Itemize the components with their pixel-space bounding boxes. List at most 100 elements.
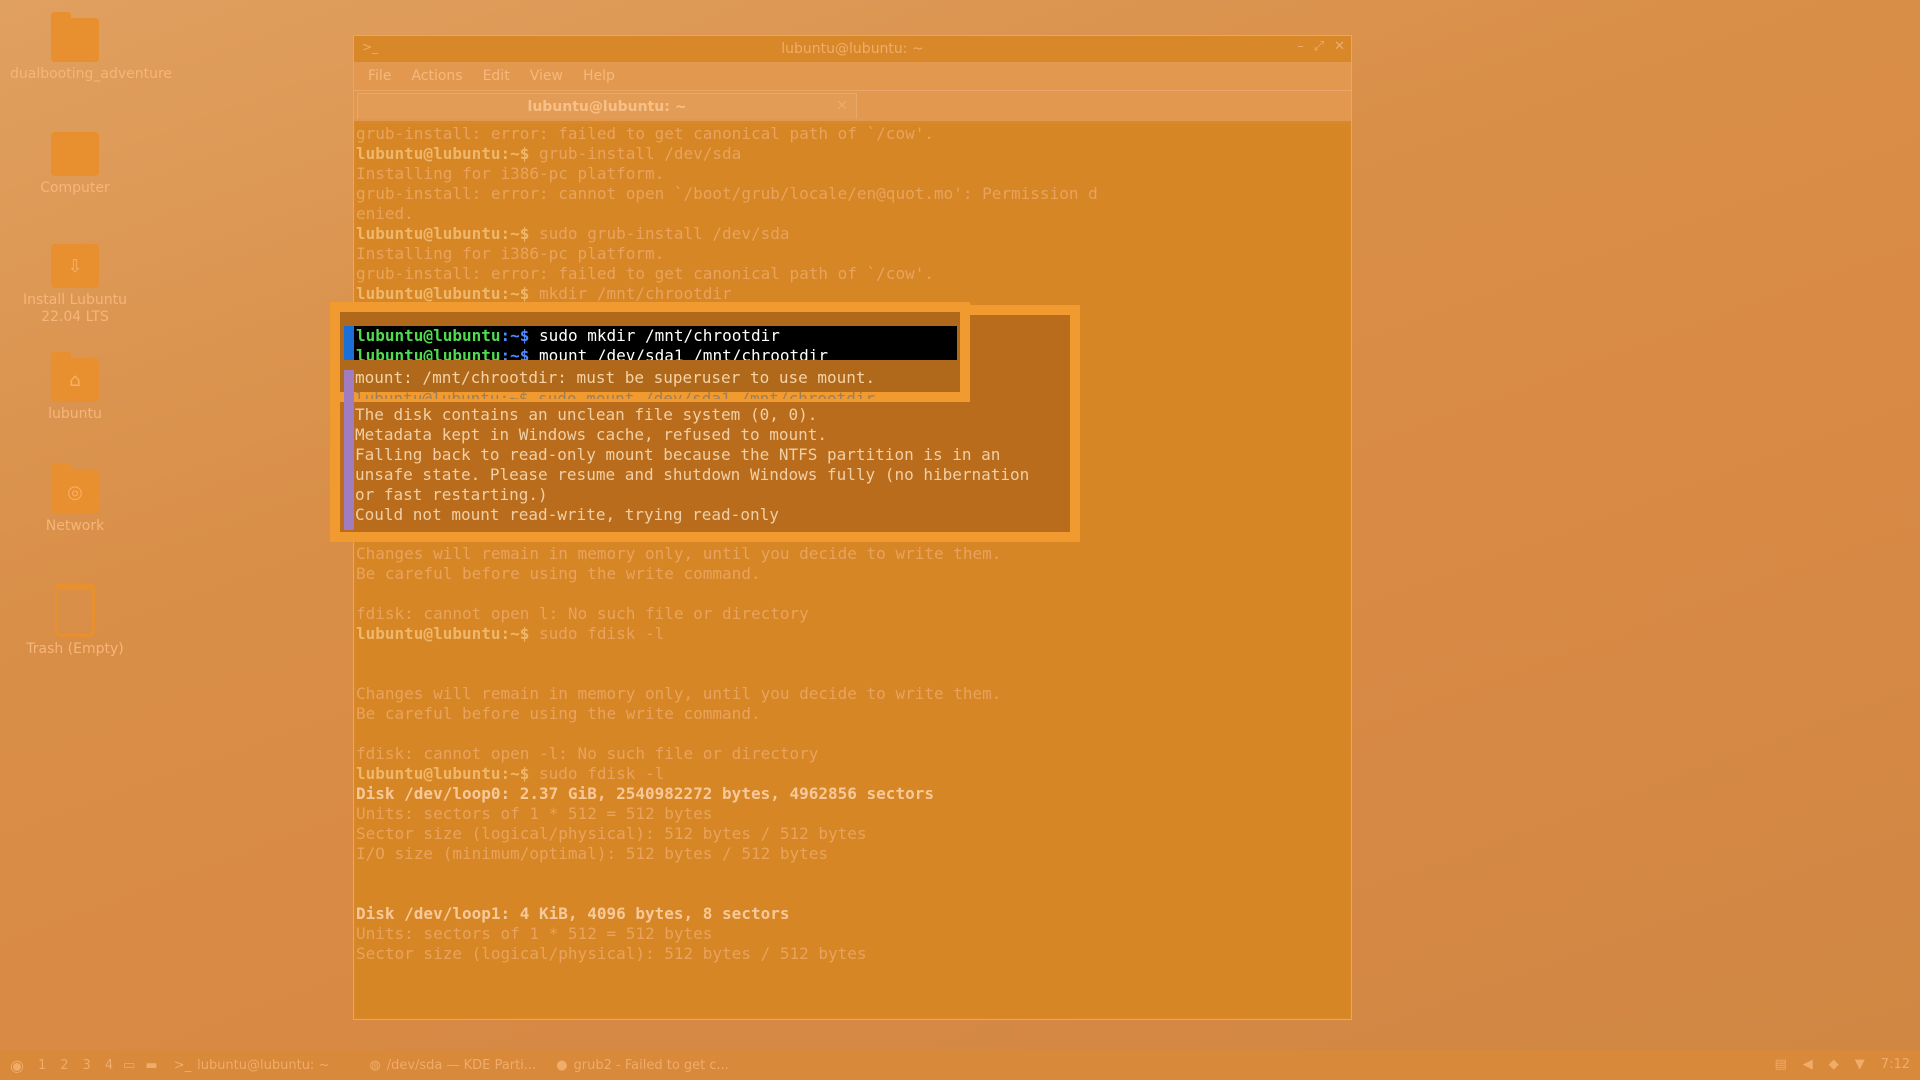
selection-marker [344, 370, 354, 530]
terminal-output[interactable]: grub-install: error: failed to get canon… [356, 124, 1349, 1017]
desktop-icon-label: Computer [40, 180, 110, 196]
start-menu-icon[interactable]: ◉ [10, 1056, 24, 1075]
prompt-user: lubuntu@lubuntu [356, 326, 501, 345]
terminal-line: fdisk: cannot open l: No such file or di… [356, 604, 809, 623]
command-text: sudo mkdir /mnt/chrootdir [539, 326, 780, 345]
desktop-icon[interactable]: ◎ Network [10, 464, 140, 535]
command-text: mount /dev/sda1 /mnt/chrootdir [539, 346, 829, 360]
terminal-tab[interactable]: lubuntu@lubuntu: ~ ✕ [357, 93, 857, 119]
clock[interactable]: 7:12 [1881, 1057, 1910, 1072]
menu-view[interactable]: View [520, 68, 573, 84]
task-terminal[interactable]: >_ lubuntu@lubuntu: ~ [174, 1058, 330, 1073]
mount-message-line: unsafe state. Please resume and shutdown… [355, 465, 1030, 484]
desktop-icon[interactable]: Trash (Empty) [10, 584, 140, 658]
prompt-path: :~$ [500, 326, 530, 345]
terminal-line: lubuntu@lubuntu:~$ sudo fdisk -l [356, 764, 665, 783]
home-folder-icon: ⌂ [51, 352, 99, 402]
desktop-icon-label: lubuntu [48, 406, 102, 422]
terminal-line: Be careful before using the write comman… [356, 564, 761, 583]
desktop-icon-label: Install Lubuntu 22.04 LTS [22, 292, 127, 325]
terminal-line: Installing for i386-pc platform. [356, 244, 665, 263]
terminal-app-icon: >_ [362, 40, 379, 54]
desktop-icon-label: Network [45, 518, 105, 534]
system-tray: ▤ ◀ ◆ ▼ 7:12 [1775, 1057, 1911, 1072]
terminal-line: grub-install: error: cannot open `/boot/… [356, 184, 1098, 203]
workspace-1[interactable]: 1 [38, 1058, 46, 1073]
terminal-line: Sector size (logical/physical): 512 byte… [356, 944, 867, 963]
folder-icon [51, 12, 99, 62]
firefox-icon: ● [556, 1057, 568, 1073]
file-manager-icon[interactable]: ▭ [123, 1058, 135, 1073]
computer-icon [51, 132, 99, 176]
desktop-icon[interactable]: ⇩ Install Lubuntu 22.04 LTS [10, 244, 140, 326]
menu-edit[interactable]: Edit [473, 68, 520, 84]
taskbar: ◉ 1 2 3 4 ▭ ▬ >_ lubuntu@lubuntu: ~ ◍/dev… [0, 1050, 1920, 1080]
task-partition-manager[interactable]: ◍/dev/sda — KDE Parti... [369, 1058, 536, 1073]
prompt-user: lubuntu@lubuntu [356, 346, 501, 360]
minimize-icon[interactable]: – [1297, 39, 1304, 54]
terminal-line: Units: sectors of 1 * 512 = 512 bytes [356, 804, 713, 823]
command-highlight: lubuntu@lubuntu:~$ sudo mkdir /mnt/chroo… [344, 326, 957, 360]
workspace-3[interactable]: 3 [83, 1058, 91, 1073]
terminal-icon: >_ [173, 1057, 192, 1073]
update-icon[interactable]: ◆ [1829, 1057, 1839, 1072]
desktop-icon-label: dualbooting_adventure [10, 66, 173, 82]
terminal-line: Changes will remain in memory only, unti… [356, 544, 1002, 563]
workspace-2[interactable]: 2 [60, 1058, 68, 1073]
prompt: lubuntu@lubuntu:~$ [356, 144, 530, 163]
terminal-line: Installing for i386-pc platform. [356, 164, 665, 183]
window-title: lubuntu@lubuntu: ~ [781, 41, 924, 57]
desktop-icon[interactable]: ⌂ lubuntu [10, 352, 140, 423]
menu-bar: File Actions Edit View Help [354, 62, 1351, 90]
prompt: lubuntu@lubuntu:~$ [356, 764, 530, 783]
terminal-line: grub-install: error: failed to get canon… [356, 124, 934, 143]
terminal-line: Disk /dev/loop1: 4 KiB, 4096 bytes, 8 se… [356, 904, 790, 923]
maximize-icon[interactable]: ⤢ [1314, 39, 1324, 54]
tab-bar: lubuntu@lubuntu: ~ ✕ [354, 90, 1351, 121]
menu-file[interactable]: File [358, 68, 401, 84]
prompt: lubuntu@lubuntu:~$ [356, 224, 530, 243]
terminal-line: lubuntu@lubuntu:~$ sudo grub-install /de… [356, 224, 790, 243]
task-firefox[interactable]: ● grub2 - Failed to get c... [556, 1058, 729, 1073]
network-icon: ◎ [51, 464, 99, 514]
prompt: lubuntu@lubuntu:~$ [356, 284, 530, 303]
show-desktop-icon[interactable]: ▬ [145, 1058, 157, 1073]
terminal-line: fdisk: cannot open -l: No such file or d… [356, 744, 819, 763]
mount-message-line: or fast restarting.) [355, 485, 548, 504]
terminal-line: Be careful before using the write comman… [356, 704, 761, 723]
terminal-line: lubuntu@lubuntu:~$ mkdir /mnt/chrootdir [356, 284, 732, 303]
prompt: lubuntu@lubuntu:~$ [356, 624, 530, 643]
close-icon[interactable]: ✕ [1334, 39, 1345, 54]
volume-icon[interactable]: ◀ [1803, 1057, 1813, 1072]
terminal-line: Changes will remain in memory only, unti… [356, 684, 1002, 703]
mount-message-line: Falling back to read-only mount because … [355, 445, 1001, 464]
installer-icon: ⇩ [51, 244, 99, 288]
network-tray-icon[interactable]: ▼ [1855, 1057, 1865, 1072]
terminal-line: lubuntu@lubuntu:~$ grub-install /dev/sda [356, 144, 742, 163]
mount-messages: The disk contains an unclean file system… [355, 405, 1055, 525]
terminal-line: Sector size (logical/physical): 512 byte… [356, 824, 867, 843]
mount-message-line: Metadata kept in Windows cache, refused … [355, 425, 828, 444]
desktop-icon[interactable]: Computer [10, 132, 140, 197]
workspace-4[interactable]: 4 [105, 1058, 113, 1073]
menu-help[interactable]: Help [573, 68, 625, 84]
menu-actions[interactable]: Actions [401, 68, 472, 84]
title-bar[interactable]: >_ lubuntu@lubuntu: ~ – ⤢ ✕ [354, 36, 1351, 62]
mount-message-line: Could not mount read-write, trying read-… [355, 505, 779, 524]
desktop-icon-label: Trash (Empty) [26, 641, 124, 657]
trash-icon [55, 584, 95, 637]
terminal-line: Units: sectors of 1 * 512 = 512 bytes [356, 924, 713, 943]
prompt-path: :~$ [500, 346, 530, 360]
desktop-icon[interactable]: dualbooting_adventure [10, 12, 173, 83]
mount-error-line: mount: /mnt/chrootdir: must be superuser… [355, 368, 876, 387]
terminal-line: I/O size (minimum/optimal): 512 bytes / … [356, 844, 829, 863]
terminal-line: grub-install: error: failed to get canon… [356, 264, 934, 283]
clipboard-icon[interactable]: ▤ [1775, 1057, 1787, 1072]
tab-close-icon[interactable]: ✕ [836, 98, 848, 114]
mount-message-line: The disk contains an unclean file system… [355, 405, 818, 424]
